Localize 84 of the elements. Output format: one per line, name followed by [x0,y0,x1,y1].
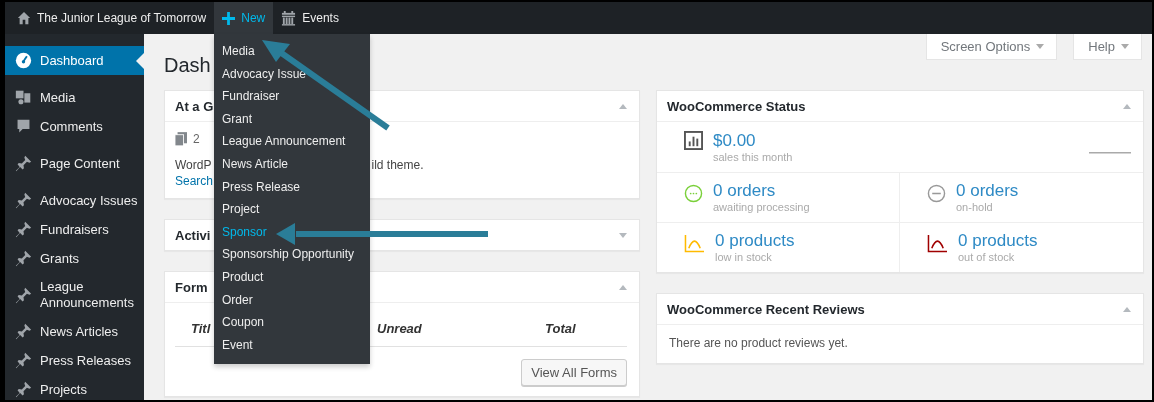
sidebar-item[interactable]: League Announcements [5,273,144,317]
menu-item[interactable]: Coupon [214,311,370,334]
stock-curve-icon [684,234,705,253]
home-icon [17,11,31,25]
menu-item[interactable]: Grant [214,107,370,131]
menu-item[interactable]: Advocacy Issue [214,62,370,86]
search-link[interactable]: Search [175,174,214,188]
column-header: Titl [191,321,211,336]
menu-item[interactable]: Sponsorship Opportunity [214,243,370,266]
stat-caption: on-hold [956,201,994,214]
sidebar-item[interactable]: News Articles [5,317,144,346]
sidebar-item[interactable]: Advocacy Issues [5,186,144,215]
pin-icon [15,323,32,340]
sidebar-item[interactable]: Page Content [5,149,144,178]
pin-icon [15,352,32,369]
menu-item[interactable]: League Announcement [214,130,370,153]
theme-text: ild theme. [371,158,424,172]
widget-title: At a G [175,98,214,114]
post-count: 2 [193,132,200,146]
speech-bubble-icon [15,118,32,135]
column-header: Total [545,321,576,336]
widget-title: WooCommerce Status [667,98,806,114]
stat-caption: out of stock [958,251,1016,264]
toggle-arrow-icon[interactable] [619,103,627,109]
minus-circle-icon [927,184,946,203]
screen-meta-button[interactable]: Help [1073,34,1142,60]
stat-caption: low in stock [715,251,773,264]
gauge-icon [15,52,32,69]
widget-title: WooCommerce Recent Reviews [667,301,865,317]
sidebar-item[interactable]: Dashboard [5,46,144,75]
admin-bar-item[interactable]: New [214,2,274,34]
pin-icon [15,250,32,267]
media-icon [15,89,32,106]
caret-icon [1036,44,1045,49]
calendar-icon [281,10,297,26]
pin-icon [15,381,32,398]
caret-icon [1121,44,1129,49]
menu-item[interactable]: Order [214,288,370,312]
pin-icon [15,192,32,209]
empty-reviews-text: There are no product reviews yet. [669,336,848,350]
pages-icon [175,132,187,146]
pin-icon [15,221,32,238]
site-title-link[interactable]: The Junior League of Tomorrow [9,2,215,34]
sidebar-item[interactable]: Projects [5,375,144,400]
theme-text: WordP [175,158,212,172]
view-all-forms-button[interactable]: View All Forms [521,359,627,386]
sales-amount: $0.00 [713,131,757,151]
menu-item[interactable]: News Article [214,152,370,176]
stock-curve-icon [927,234,948,253]
menu-item[interactable]: Sponsor [214,220,370,244]
bar-chart-icon [684,131,703,150]
toggle-arrow-icon[interactable] [1123,103,1131,109]
toggle-arrow-icon[interactable] [619,284,627,290]
sales-caption: sales this month [713,151,793,164]
menu-item[interactable]: Event [214,333,370,357]
sidebar-item[interactable]: Media [5,83,144,112]
pin-icon [15,286,32,304]
menu-item[interactable]: Fundraiser [214,85,370,108]
stat-caption: awaiting processing [713,201,810,214]
menu-item[interactable]: Product [214,265,370,289]
toggle-arrow-icon[interactable] [1123,306,1131,312]
stat-value: 0 orders [713,181,777,201]
ellipsis-circle-icon [684,184,703,203]
stat-value: 0 orders [956,181,1019,201]
admin-bar-item[interactable]: Events [273,2,347,34]
screen-meta-button[interactable]: Screen Options [925,34,1058,60]
sparkline [1089,152,1131,154]
widget-title: Form [175,279,208,295]
column-header: Unread [377,321,422,336]
menu-item[interactable]: Media [214,40,370,63]
sidebar-item[interactable]: Press Releases [5,346,144,375]
stat-value: 0 products [958,231,1038,251]
pin-icon [15,155,32,172]
menu-item[interactable]: Project [214,198,370,221]
page-title: Dash [164,54,211,77]
sidebar-item[interactable]: Grants [5,244,144,273]
stat-value: 0 products [715,231,795,251]
menu-item[interactable]: Press Release [214,175,370,199]
plus-icon [222,11,236,25]
current-indicator [136,52,144,69]
toggle-arrow-icon[interactable] [619,232,627,238]
sidebar-item[interactable]: Comments [5,112,144,141]
widget-title: Activi [175,227,211,243]
sidebar-item[interactable]: Fundraisers [5,215,144,244]
